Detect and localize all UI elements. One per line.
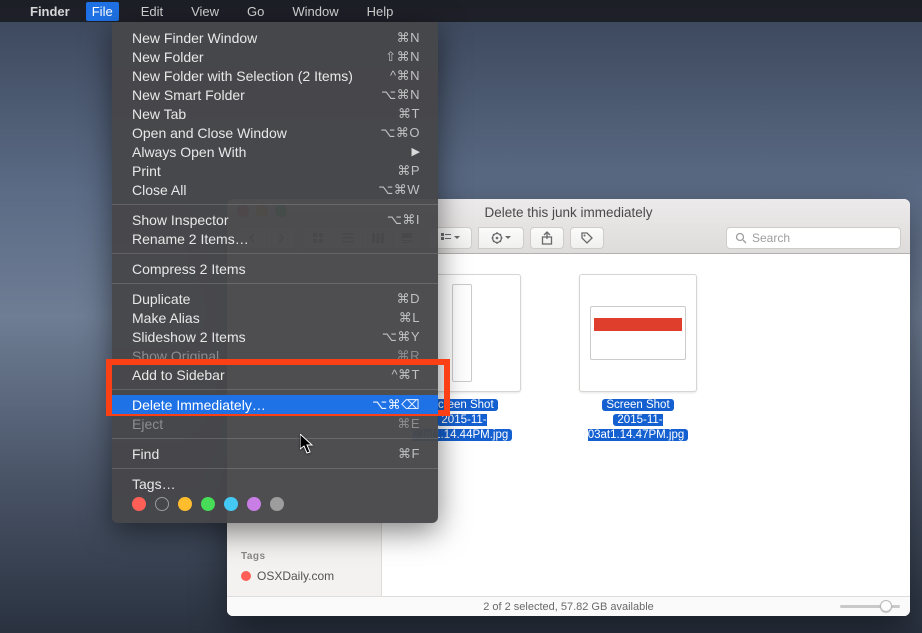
sidebar-tag-label: OSXDaily.com <box>257 569 334 583</box>
search-icon <box>735 232 747 244</box>
cursor-icon <box>300 434 316 455</box>
menu-new-folder-selection[interactable]: New Folder with Selection (2 Items)^⌘N <box>112 66 438 85</box>
menu-print[interactable]: Print⌘P <box>112 161 438 180</box>
tag-swatch-yellow[interactable] <box>178 497 192 511</box>
menu-delete-immediately[interactable]: Delete Immediately…⌥⌘⌫ <box>112 395 438 414</box>
menu-find[interactable]: Find⌘F <box>112 444 438 463</box>
menu-add-to-sidebar[interactable]: Add to Sidebar^⌘T <box>112 365 438 384</box>
tag-swatch-purple[interactable] <box>247 497 261 511</box>
menu-new-finder-window[interactable]: New Finder Window⌘N <box>112 28 438 47</box>
tag-swatch-green[interactable] <box>201 497 215 511</box>
menu-close-all[interactable]: Close All⌥⌘W <box>112 180 438 199</box>
menu-separator <box>112 283 438 284</box>
share-button[interactable] <box>530 227 564 249</box>
menu-slideshow[interactable]: Slideshow 2 Items⌥⌘Y <box>112 327 438 346</box>
menu-new-smart-folder[interactable]: New Smart Folder⌥⌘N <box>112 85 438 104</box>
menu-separator <box>112 253 438 254</box>
tag-swatch-red[interactable] <box>132 497 146 511</box>
menu-separator <box>112 204 438 205</box>
tag-dot-icon <box>241 571 251 581</box>
menu-tags[interactable]: Tags… <box>112 474 438 493</box>
sidebar-tags-heading: Tags <box>235 551 373 562</box>
search-field[interactable]: Search <box>726 227 901 249</box>
file-item[interactable]: Screen Shot2015-11-03at1.14.47PM.jpg <box>570 274 706 443</box>
menu-rename-items[interactable]: Rename 2 Items… <box>112 229 438 248</box>
menu-separator <box>112 468 438 469</box>
file-menu-dropdown: New Finder Window⌘N New Folder⇧⌘N New Fo… <box>112 22 438 523</box>
status-bar: 2 of 2 selected, 57.82 GB available <box>227 596 910 616</box>
menu-make-alias[interactable]: Make Alias⌘L <box>112 308 438 327</box>
action-button-group <box>478 227 524 249</box>
menu-compress[interactable]: Compress 2 Items <box>112 259 438 278</box>
menu-view[interactable]: View <box>185 2 225 21</box>
tag-swatch-none[interactable] <box>155 497 169 511</box>
menu-help[interactable]: Help <box>361 2 400 21</box>
menu-eject: Eject⌘E <box>112 414 438 433</box>
menu-new-folder[interactable]: New Folder⇧⌘N <box>112 47 438 66</box>
menubar: Finder File Edit View Go Window Help <box>0 0 922 22</box>
search-placeholder: Search <box>752 231 790 245</box>
submenu-arrow-icon: ▶ <box>412 145 420 158</box>
icon-size-slider[interactable] <box>840 605 900 608</box>
action-button[interactable] <box>478 227 524 249</box>
menu-new-tab[interactable]: New Tab⌘T <box>112 104 438 123</box>
file-area[interactable]: Screen Shot2015-11-03at1.14.44PM.jpg Scr… <box>382 254 910 596</box>
menubar-app-name[interactable]: Finder <box>30 4 70 19</box>
edit-tags-button[interactable] <box>570 227 604 249</box>
tag-swatch-blue[interactable] <box>224 497 238 511</box>
file-label: Screen Shot2015-11-03at1.14.47PM.jpg <box>570 398 706 443</box>
menu-open-close-window[interactable]: Open and Close Window⌥⌘O <box>112 123 438 142</box>
tag-swatch-gray[interactable] <box>270 497 284 511</box>
file-thumbnail <box>579 274 697 392</box>
status-text: 2 of 2 selected, 57.82 GB available <box>483 601 654 613</box>
menu-show-inspector[interactable]: Show Inspector⌥⌘I <box>112 210 438 229</box>
menu-duplicate[interactable]: Duplicate⌘D <box>112 289 438 308</box>
menu-go[interactable]: Go <box>241 2 270 21</box>
sidebar-tag-item[interactable]: OSXDaily.com <box>235 566 373 586</box>
menu-file[interactable]: File <box>86 2 119 21</box>
menu-edit[interactable]: Edit <box>135 2 169 21</box>
menu-always-open-with[interactable]: Always Open With▶ <box>112 142 438 161</box>
menu-separator <box>112 438 438 439</box>
menu-window[interactable]: Window <box>286 2 344 21</box>
tag-palette <box>112 493 438 513</box>
